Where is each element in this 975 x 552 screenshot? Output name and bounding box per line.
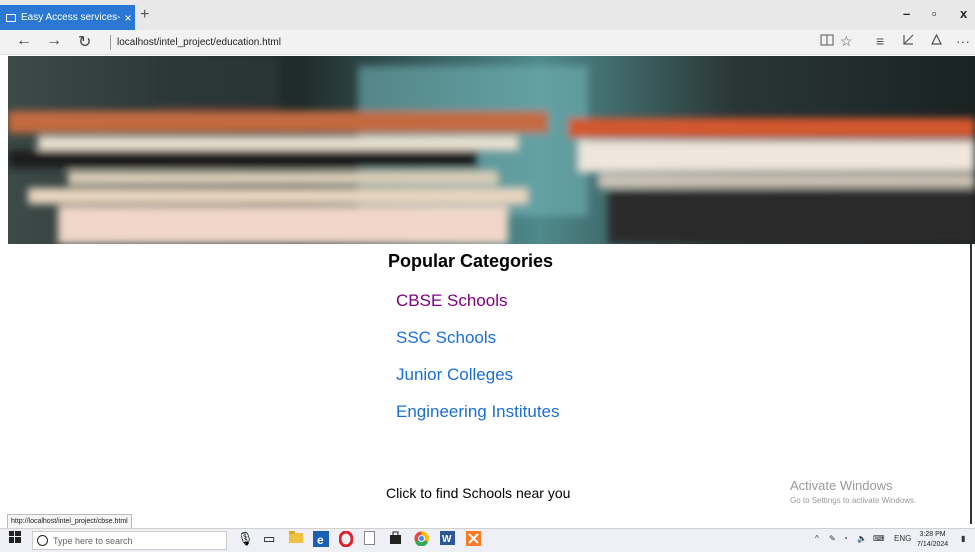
new-tab-button[interactable]: + [140, 6, 149, 24]
close-window-button[interactable]: x [960, 6, 967, 21]
activate-title: Activate Windows [790, 478, 893, 493]
volume-icon[interactable]: 🔈 [857, 534, 867, 543]
tab-bar: Easy Access services-Ed × + – ▫ x [0, 0, 975, 30]
hub-icon[interactable]: ≡ [876, 33, 884, 49]
category-link-junior-colleges[interactable]: Junior Colleges [396, 365, 513, 385]
category-link-engineering[interactable]: Engineering Institutes [396, 402, 560, 422]
language-indicator[interactable]: ENG [894, 534, 911, 543]
edge-browser-icon[interactable]: e [313, 531, 329, 550]
url-field[interactable]: localhost/intel_project/education.html [110, 35, 281, 50]
right-border-line [970, 244, 972, 524]
address-bar: ← → ↻ localhost/intel_project/education.… [0, 30, 975, 55]
tab-title: Easy Access services-Ed [21, 12, 121, 23]
task-view-icon[interactable]: ▭ [263, 531, 275, 547]
microphone-icon[interactable]: 🎙 [237, 531, 254, 547]
activate-subtitle: Go to Settings to activate Windows. [790, 496, 917, 505]
taskbar: Type here to search 🎙 ▭ e W ^ ✎ ◔ 🔈 ⌨ EN… [0, 528, 975, 552]
more-button[interactable]: ··· [956, 33, 970, 49]
activate-windows-watermark: Activate Windows Go to Settings to activ… [790, 478, 916, 505]
minimize-button[interactable]: – [903, 6, 910, 21]
back-button[interactable]: ← [16, 32, 32, 50]
svg-text:e: e [317, 533, 324, 547]
search-placeholder: Type here to search [53, 535, 133, 546]
refresh-button[interactable]: ↻ [78, 32, 91, 52]
blank-document-icon[interactable] [364, 531, 375, 548]
page-title: Popular Categories [388, 251, 554, 271]
tab-active[interactable]: Easy Access services-Ed × [0, 5, 135, 30]
notification-icon[interactable]: ▮ [961, 534, 965, 543]
taskbar-search-input[interactable]: Type here to search [32, 531, 227, 550]
category-link-cbse[interactable]: CBSE Schools [396, 291, 508, 311]
restore-button[interactable]: ▫ [932, 6, 937, 21]
forward-button[interactable]: → [46, 32, 62, 50]
word-icon[interactable]: W [440, 531, 455, 548]
tab-close-button[interactable]: × [121, 11, 135, 25]
category-link-ssc[interactable]: SSC Schools [396, 328, 496, 348]
clock-date: 7/14/2024 [917, 541, 949, 548]
hero-banner-image [8, 56, 975, 244]
share-icon[interactable] [930, 33, 943, 49]
opera-icon[interactable] [338, 530, 354, 550]
clock-time: 3:28 PM [919, 531, 946, 538]
notes-icon[interactable] [902, 33, 915, 49]
cortana-circle-icon [37, 535, 48, 546]
status-bar-url: http://localhost/intel_project/cbse.html [7, 514, 132, 529]
clock[interactable]: 3:28 PM 7/14/2024 [917, 530, 948, 550]
file-explorer-icon[interactable] [289, 531, 303, 546]
svg-text:W: W [442, 534, 452, 545]
reading-view-icon[interactable] [820, 33, 834, 49]
pen-icon[interactable]: ✎ [829, 534, 836, 543]
xampp-icon[interactable] [466, 531, 481, 549]
page-icon [6, 13, 16, 22]
network-icon[interactable]: ◔ [843, 534, 848, 543]
find-schools-link[interactable]: Click to find Schools near you [386, 485, 570, 501]
chrome-icon[interactable] [414, 531, 429, 549]
keyboard-icon[interactable]: ⌨ [873, 534, 885, 543]
tray-chevron-icon[interactable]: ^ [815, 534, 819, 543]
windows-start-icon[interactable] [9, 531, 21, 546]
favorite-star-icon[interactable]: ☆ [840, 33, 853, 50]
store-icon[interactable] [389, 531, 402, 547]
